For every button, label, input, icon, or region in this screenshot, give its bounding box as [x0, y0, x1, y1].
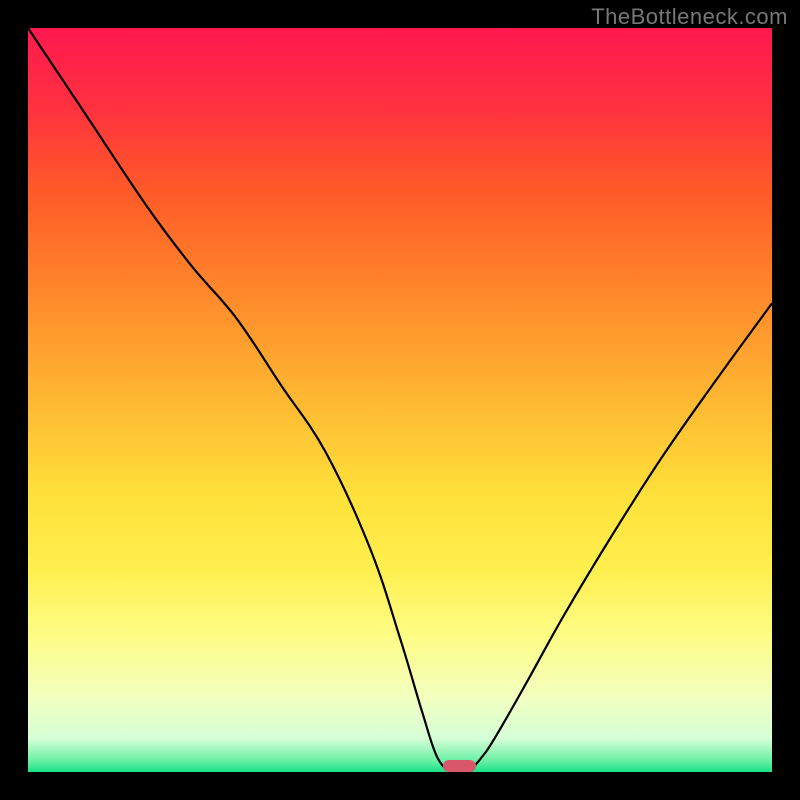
- watermark-text: TheBottleneck.com: [591, 4, 788, 30]
- optimum-marker: [443, 760, 476, 772]
- chart-frame: TheBottleneck.com: [0, 0, 800, 800]
- plot-area: [28, 28, 772, 772]
- bottleneck-curve: [28, 28, 772, 772]
